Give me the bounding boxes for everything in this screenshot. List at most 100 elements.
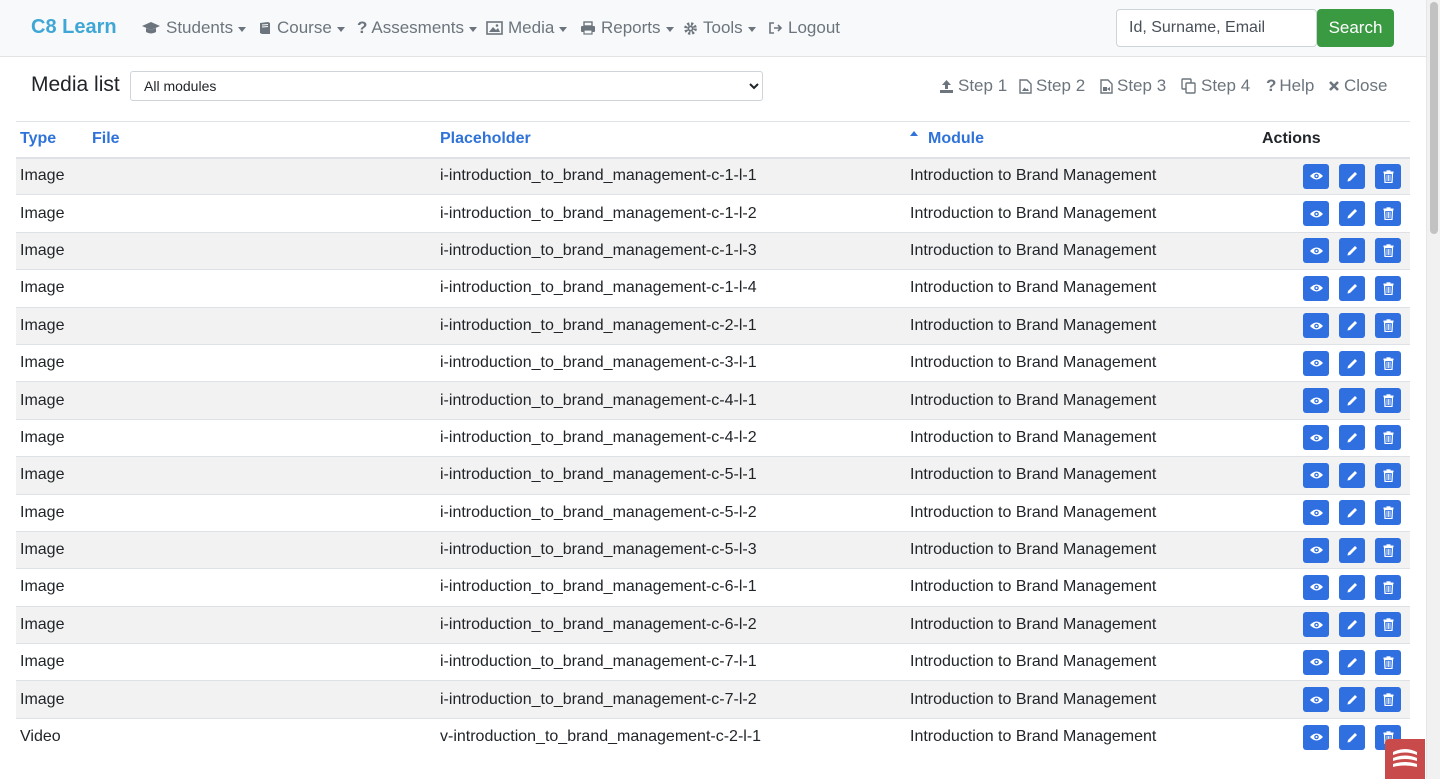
header-placeholder[interactable]: Placeholder	[436, 121, 906, 159]
step-2-link[interactable]: Step 2	[1019, 76, 1085, 96]
delete-button[interactable]	[1375, 649, 1401, 675]
module-select[interactable]: All modules	[130, 71, 763, 101]
trash-icon	[1383, 506, 1394, 520]
trash-icon	[1383, 581, 1394, 594]
delete-button[interactable]	[1375, 238, 1401, 264]
edit-button[interactable]	[1339, 612, 1365, 638]
delete-button[interactable]	[1375, 388, 1401, 414]
vertical-scrollbar[interactable]	[1426, 0, 1440, 779]
edit-button[interactable]	[1339, 238, 1365, 264]
edit-button[interactable]	[1339, 462, 1365, 488]
view-button[interactable]	[1303, 462, 1329, 488]
delete-button[interactable]	[1375, 537, 1401, 563]
view-button[interactable]	[1303, 649, 1329, 675]
cell-actions	[1258, 306, 1410, 345]
nav-logout[interactable]: Logout	[768, 18, 840, 38]
header-file[interactable]: File	[88, 121, 436, 159]
view-button[interactable]	[1303, 163, 1329, 189]
nav-media[interactable]: Media	[486, 18, 568, 38]
cell-file	[88, 493, 436, 532]
view-button[interactable]	[1303, 500, 1329, 526]
nav-reports[interactable]: Reports	[580, 18, 674, 38]
view-button[interactable]	[1303, 350, 1329, 376]
close-icon	[1329, 81, 1339, 91]
pencil-icon	[1346, 656, 1359, 669]
copy-icon	[1181, 78, 1196, 94]
edit-button[interactable]	[1339, 687, 1365, 713]
view-button[interactable]	[1303, 275, 1329, 301]
view-button[interactable]	[1303, 238, 1329, 264]
cell-file	[88, 156, 436, 195]
brand-logo[interactable]: C8 Learn	[31, 16, 117, 39]
delete-button[interactable]	[1375, 500, 1401, 526]
cell-type: Image	[16, 194, 88, 233]
edit-button[interactable]	[1339, 388, 1365, 414]
delete-button[interactable]	[1375, 687, 1401, 713]
header-module[interactable]: Module	[906, 121, 1258, 159]
chevron-down-icon	[665, 26, 674, 32]
delete-button[interactable]	[1375, 201, 1401, 227]
trash-icon	[1383, 282, 1394, 295]
step-4-link[interactable]: Step 4	[1181, 76, 1250, 96]
trash-icon	[1383, 618, 1394, 632]
view-button[interactable]	[1303, 313, 1329, 339]
nav-tools[interactable]: Tools	[683, 18, 756, 38]
edit-button[interactable]	[1339, 724, 1365, 750]
delete-button[interactable]	[1375, 163, 1401, 189]
edit-button[interactable]	[1339, 537, 1365, 563]
edit-button[interactable]	[1339, 313, 1365, 339]
delete-button[interactable]	[1375, 574, 1401, 600]
edit-button[interactable]	[1339, 201, 1365, 227]
view-button[interactable]	[1303, 201, 1329, 227]
view-button[interactable]	[1303, 574, 1329, 600]
edit-button[interactable]	[1339, 350, 1365, 376]
pencil-icon	[1346, 244, 1359, 257]
header-type[interactable]: Type	[16, 121, 88, 159]
nav-media-label: Media	[508, 18, 555, 37]
table-row: Image i-introduction_to_brand_management-…	[16, 269, 1410, 308]
search-button[interactable]: Search	[1317, 9, 1394, 47]
scrollbar-thumb[interactable]	[1430, 2, 1438, 234]
trash-icon	[1383, 656, 1394, 669]
step-3-link[interactable]: Step 3	[1100, 76, 1166, 96]
view-button[interactable]	[1303, 388, 1329, 414]
delete-button[interactable]	[1375, 275, 1401, 301]
search-input[interactable]	[1116, 9, 1317, 47]
nav-students[interactable]: Students	[141, 18, 247, 38]
edit-button[interactable]	[1339, 275, 1365, 301]
nav-assesments[interactable]: ? Assesments	[357, 18, 477, 38]
row-actions	[1262, 612, 1406, 638]
trash-icon	[1383, 244, 1394, 258]
table-row: Image i-introduction_to_brand_management-…	[16, 381, 1410, 420]
cell-actions	[1258, 269, 1410, 308]
edit-button[interactable]	[1339, 649, 1365, 675]
edit-button[interactable]	[1339, 425, 1365, 451]
graduation-cap-icon	[142, 22, 160, 34]
view-button[interactable]	[1303, 425, 1329, 451]
delete-button[interactable]	[1375, 425, 1401, 451]
view-button[interactable]	[1303, 537, 1329, 563]
edit-button[interactable]	[1339, 574, 1365, 600]
delete-button[interactable]	[1375, 462, 1401, 488]
delete-button[interactable]	[1375, 350, 1401, 376]
view-button[interactable]	[1303, 687, 1329, 713]
chat-widget-button[interactable]	[1385, 739, 1425, 779]
cell-module: Introduction to Brand Management	[906, 156, 1258, 195]
step-1-link[interactable]: Step 1	[939, 76, 1007, 96]
close-link[interactable]: Close	[1328, 76, 1387, 96]
view-button[interactable]	[1303, 612, 1329, 638]
cell-actions	[1258, 568, 1410, 607]
delete-button[interactable]	[1375, 313, 1401, 339]
pencil-icon	[1346, 506, 1359, 519]
delete-button[interactable]	[1375, 612, 1401, 638]
nav-course[interactable]: Course	[258, 18, 345, 38]
help-link[interactable]: ? Help	[1266, 76, 1314, 96]
edit-button[interactable]	[1339, 500, 1365, 526]
cell-placeholder: i-introduction_to_brand_management-c-6-l…	[436, 568, 906, 607]
edit-button[interactable]	[1339, 163, 1365, 189]
cell-placeholder: v-introduction_to_brand_management-c-2-l…	[436, 717, 906, 756]
cell-placeholder: i-introduction_to_brand_management-c-5-l…	[436, 530, 906, 569]
view-button[interactable]	[1303, 724, 1329, 750]
pencil-icon	[1346, 170, 1359, 183]
pencil-icon	[1346, 731, 1359, 744]
